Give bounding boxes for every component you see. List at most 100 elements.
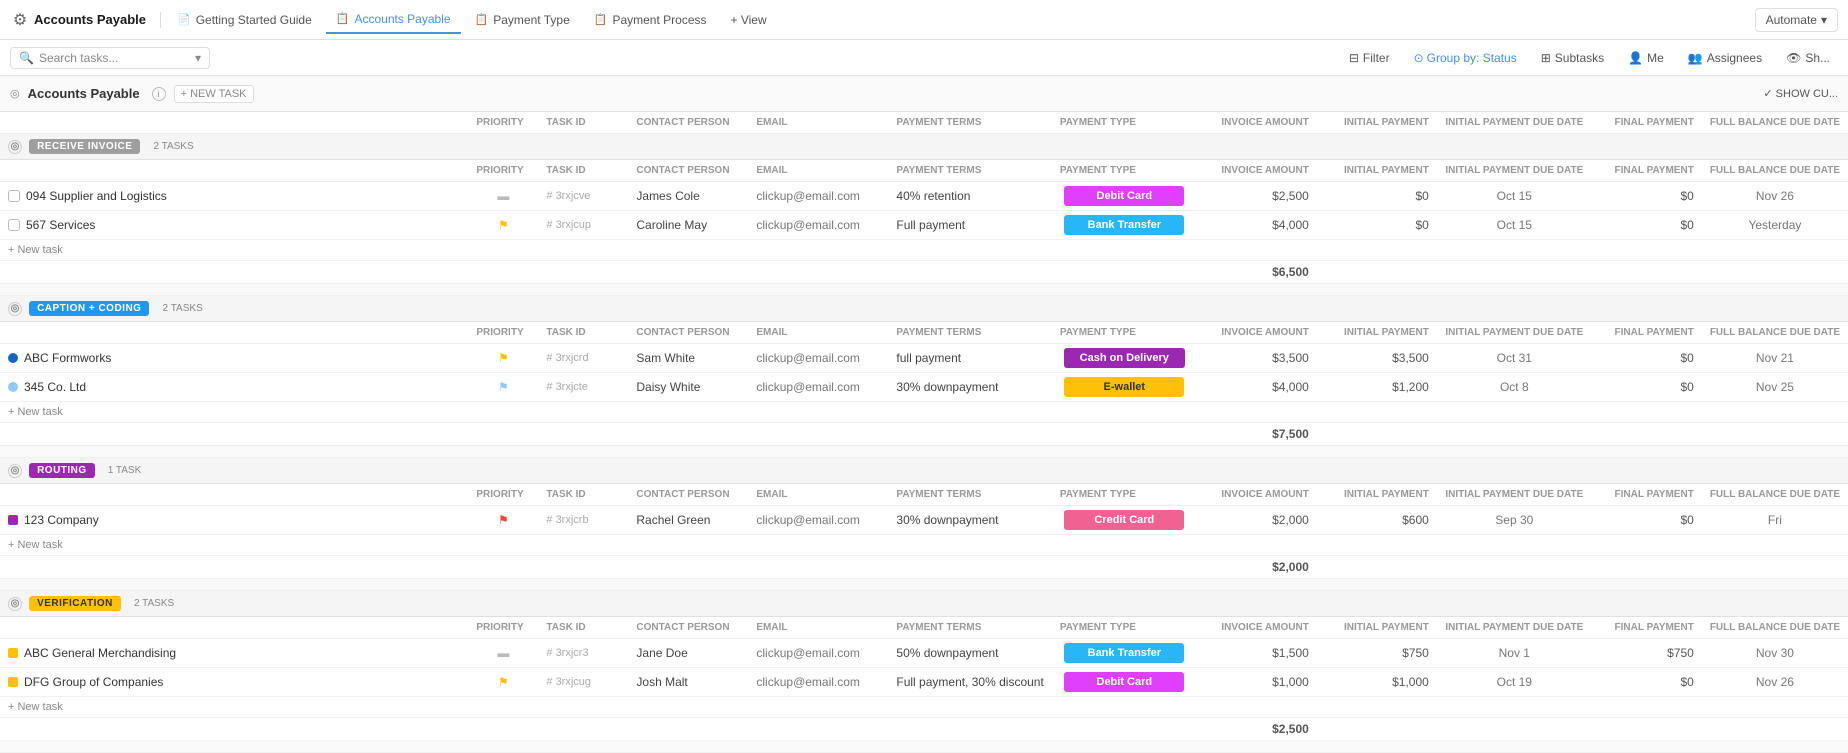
search-placeholder: Search tasks... [39, 51, 118, 65]
tab-accounts-payable[interactable]: 📋 Accounts Payable [326, 6, 461, 34]
search-icon: 🔍 [19, 51, 34, 65]
table-row[interactable]: 345 Co. Ltd ⚑# 3rxjcteDaisy Whiteclickup… [0, 373, 1848, 402]
new-task-link[interactable]: + New task [8, 244, 63, 256]
subtotal-row-verification: $2,500 [0, 718, 1848, 741]
filter-label: Filter [1363, 51, 1390, 65]
task-name[interactable]: DFG Group of Companies [24, 675, 163, 689]
sub-col-verification-5: PAYMENT TERMS [888, 617, 1051, 639]
final-payment: $0 [1592, 344, 1702, 373]
automate-button[interactable]: Automate ▾ [1755, 8, 1838, 32]
table-row[interactable]: 094 Supplier and Logistics ▬# 3rxjcveJam… [0, 182, 1848, 211]
task-name[interactable]: ABC General Merchandising [24, 646, 176, 660]
status-dot [8, 353, 18, 363]
payment-terms: 40% retention [888, 182, 1051, 211]
task-name[interactable]: ABC Formworks [24, 351, 111, 365]
table-row[interactable]: 567 Services ⚑# 3rxjcupCaroline Mayclick… [0, 211, 1848, 240]
task-name[interactable]: 123 Company [24, 513, 99, 527]
new-task-link[interactable]: + New task [8, 701, 63, 713]
email: clickup@email.com [748, 639, 888, 668]
tab-icon-payment-process: 📋 [594, 13, 608, 26]
sub-col-routing-11: FULL BALANCE DUE DATE [1702, 484, 1848, 506]
task-name[interactable]: 345 Co. Ltd [24, 380, 86, 394]
group-spacer [0, 579, 1848, 591]
status-square [8, 677, 18, 687]
task-id: # 3rxjcup [538, 211, 628, 240]
task-name[interactable]: 567 Services [26, 218, 95, 232]
breadcrumb-title: Accounts Payable [28, 86, 140, 101]
col-header-amount: INVOICE AMOUNT [1197, 112, 1317, 134]
final-payment: $0 [1592, 506, 1702, 535]
group-header-receive-invoice: ◎ RECEIVE INVOICE 2 TASKS [0, 134, 1848, 160]
info-icon[interactable]: i [152, 87, 166, 101]
sub-col-routing-4: EMAIL [748, 484, 888, 506]
table-row[interactable]: 123 Company ⚑# 3rxjcrbRachel Greenclicku… [0, 506, 1848, 535]
show-icon: 👁 [1786, 51, 1801, 65]
invoice-amount: $4,000 [1197, 373, 1317, 402]
table-row[interactable]: ABC Formworks ⚑# 3rxjcrdSam Whiteclickup… [0, 344, 1848, 373]
payment-type-cell: Debit Card [1052, 668, 1197, 697]
group-toggle-verification[interactable]: ◎ [8, 597, 22, 611]
filter-button[interactable]: ⊟ Filter [1341, 48, 1398, 68]
sub-col-routing-8: INITIAL PAYMENT [1317, 484, 1437, 506]
task-id: # 3rxjcr3 [538, 639, 628, 668]
collapse-icon[interactable]: ◎ [10, 87, 20, 100]
table-row[interactable]: DFG Group of Companies ⚑# 3rxjcugJosh Ma… [0, 668, 1848, 697]
nav-divider [160, 12, 161, 28]
col-header-email: EMAIL [748, 112, 888, 134]
search-box[interactable]: 🔍 Search tasks... ▾ [10, 47, 210, 69]
col-header-type: PAYMENT TYPE [1052, 112, 1197, 134]
assignees-button[interactable]: 👥 Assignees [1680, 48, 1770, 68]
balance-due-date: Nov 25 [1702, 373, 1848, 402]
email: clickup@email.com [748, 211, 888, 240]
new-task-row[interactable]: + New task [0, 535, 1848, 556]
sub-col-receive-invoice-0 [0, 160, 468, 182]
col-header-taskid: TASK ID [538, 112, 628, 134]
sub-col-caption-coding-0 [0, 322, 468, 344]
group-toggle-routing[interactable]: ◎ [8, 464, 22, 478]
col-header-contact: CONTACT PERSON [628, 112, 748, 134]
task-name[interactable]: 094 Supplier and Logistics [26, 189, 167, 203]
show-button[interactable]: 👁 Sh... [1778, 48, 1838, 68]
invoice-amount: $2,000 [1197, 506, 1317, 535]
new-task-link[interactable]: + New task [8, 539, 63, 551]
subtasks-button[interactable]: ⊞ Subtasks [1533, 48, 1612, 68]
task-checkbox[interactable] [8, 190, 20, 202]
sub-col-receive-invoice-8: INITIAL PAYMENT [1317, 160, 1437, 182]
task-name-cell: ABC General Merchandising [8, 646, 460, 660]
status-dot [8, 382, 18, 392]
new-task-row[interactable]: + New task [0, 240, 1848, 261]
sub-col-caption-coding-1: PRIORITY [468, 322, 538, 344]
initial-payment-due-date: Sep 30 [1437, 506, 1592, 535]
group-badge-receive-invoice: RECEIVE INVOICE [29, 139, 140, 154]
group-badge-routing: ROUTING [29, 463, 95, 478]
new-task-row[interactable]: + New task [0, 402, 1848, 423]
balance-due-date: Nov 21 [1702, 344, 1848, 373]
tab-payment-process[interactable]: 📋 Payment Process [584, 7, 717, 33]
payment-type-badge: Debit Card [1064, 672, 1184, 692]
contact-person: James Cole [628, 182, 748, 211]
me-button[interactable]: 👤 Me [1620, 48, 1672, 68]
payment-type-badge: E-wallet [1064, 377, 1184, 397]
task-id: # 3rxjcte [538, 373, 628, 402]
group-by-label: Group by: Status [1427, 51, 1517, 65]
new-task-button[interactable]: + NEW TASK [174, 85, 254, 103]
col-header-due: INITIAL PAYMENT DUE DATE [1437, 112, 1592, 134]
tab-view[interactable]: + View [721, 7, 777, 33]
sub-col-verification-0 [0, 617, 468, 639]
final-payment: $0 [1592, 373, 1702, 402]
group-toggle-caption-coding[interactable]: ◎ [8, 302, 22, 316]
tab-payment-type[interactable]: 📋 Payment Type [465, 7, 580, 33]
show-cu-button[interactable]: ✓ SHOW CU... [1763, 87, 1838, 100]
tab-getting-started[interactable]: 📄 Getting Started Guide [167, 7, 322, 33]
status-square [8, 648, 18, 658]
table-row[interactable]: ABC General Merchandising ▬# 3rxjcr3Jane… [0, 639, 1848, 668]
task-checkbox[interactable] [8, 219, 20, 231]
new-task-row[interactable]: + New task [0, 697, 1848, 718]
tab-label-getting-started: Getting Started Guide [196, 13, 312, 27]
col-header-balance: FULL BALANCE DUE DATE [1702, 112, 1848, 134]
group-toggle-receive-invoice[interactable]: ◎ [8, 140, 22, 154]
group-by-button[interactable]: ⊙ Group by: Status [1406, 48, 1525, 68]
priority-flag: ⚑ [498, 351, 509, 365]
new-task-link[interactable]: + New task [8, 406, 63, 418]
tab-label-payment-process: Payment Process [612, 13, 706, 27]
